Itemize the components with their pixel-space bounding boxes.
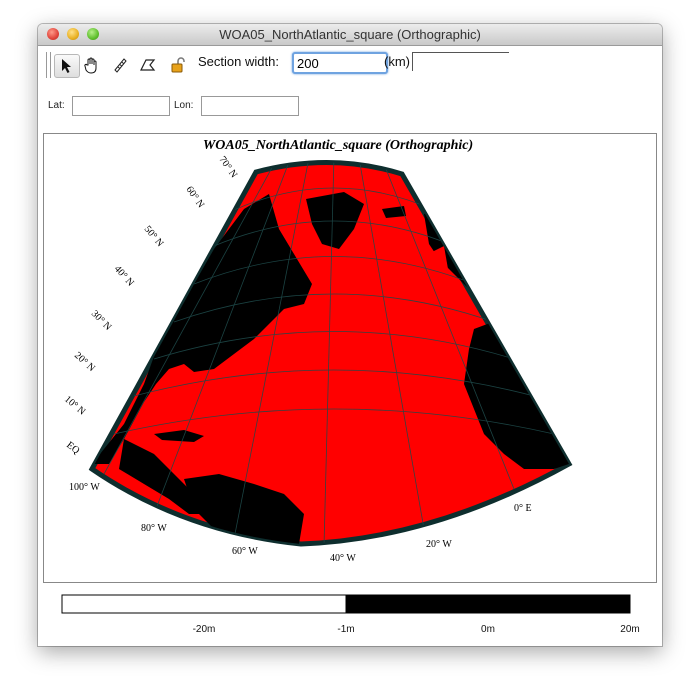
lon-label: Lon: [174,100,194,111]
legend-tick-0: 0m [481,624,495,635]
lock-tool-icon [171,57,185,73]
app-window: WOA05_NorthAtlantic_square (Orthographic… [38,24,662,646]
title-bar: WOA05_NorthAtlantic_square (Orthographic… [38,24,662,46]
legend-colorbar: -20m -1m 0m 20m [61,594,640,635]
section-width-input[interactable] [292,52,388,74]
lon-label-100w: 100° W [69,482,100,493]
section-width-label: Section width: [198,54,279,69]
lat-label-20: 20° N [72,350,97,374]
pointer-tool-button[interactable] [54,54,80,78]
lon-label-60w: 60° W [232,546,258,557]
lat-label-30: 30° N [89,308,114,333]
lat-label-eq: EQ [64,440,82,457]
legend-tick-20: 20m [620,624,639,635]
legend-tick-minus20: -20m [193,624,216,635]
lon-label-80w: 80° W [141,523,167,534]
lon-label-0e: 0° E [514,503,532,514]
map-panel[interactable]: WOA05_NorthAtlantic_square (Orthographic… [43,133,657,583]
lat-label-70: 70° N [217,154,240,180]
lat-input[interactable] [72,96,170,116]
map-canvas[interactable]: WOA05_NorthAtlantic_square (Orthographic… [44,134,656,582]
lat-label-40: 40° N [112,264,136,289]
lon-label-20w: 20° W [426,539,452,550]
lon-input[interactable] [201,96,299,116]
legend-low-swatch [61,594,347,614]
km-field[interactable] [412,52,509,71]
lat-label: Lat: [48,100,65,111]
lock-tool-button[interactable] [166,54,190,76]
polygon-tool-button[interactable] [136,54,160,76]
window-title: WOA05_NorthAtlantic_square (Orthographic… [219,27,481,42]
lon-label-40w: 40° W [330,553,356,564]
lat-label-10: 10° N [62,394,87,418]
pan-tool-button[interactable] [80,54,104,76]
lat-label-60: 60° N [184,184,207,210]
ruler-tool-button[interactable] [108,54,132,76]
legend-high-swatch [345,594,631,614]
ruler-tool-icon [114,58,127,73]
legend-tick-minus1: -1m [337,624,354,635]
toolbar-grip[interactable] [46,52,51,78]
pointer-tool-icon [62,59,71,73]
polygon-tool-icon [140,59,156,71]
pan-hand-tool-icon [84,57,97,74]
color-legend: -20m -1m 0m 20m [38,589,662,646]
lat-label-50: 50° N [142,224,166,249]
unit-label: (km) [384,54,410,69]
map-title: WOA05_NorthAtlantic_square (Orthographic… [203,138,473,153]
